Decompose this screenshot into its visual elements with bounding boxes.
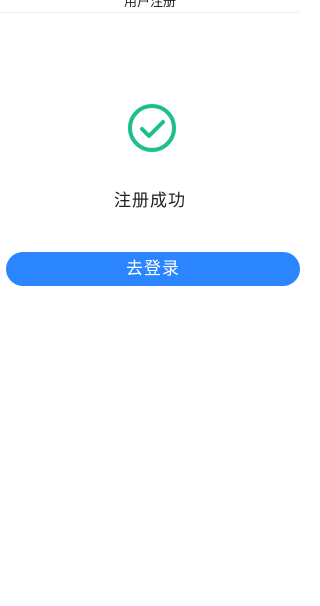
success-message: 注册成功 bbox=[114, 191, 186, 211]
go-to-login-button[interactable]: 去登录 bbox=[6, 252, 300, 286]
check-circle-icon bbox=[128, 104, 176, 152]
top-bar: 用户注册 bbox=[0, 0, 300, 13]
registration-success-screen: 用户注册 注册成功 去登录 bbox=[0, 0, 300, 606]
page-title: 用户注册 bbox=[123, 0, 176, 10]
